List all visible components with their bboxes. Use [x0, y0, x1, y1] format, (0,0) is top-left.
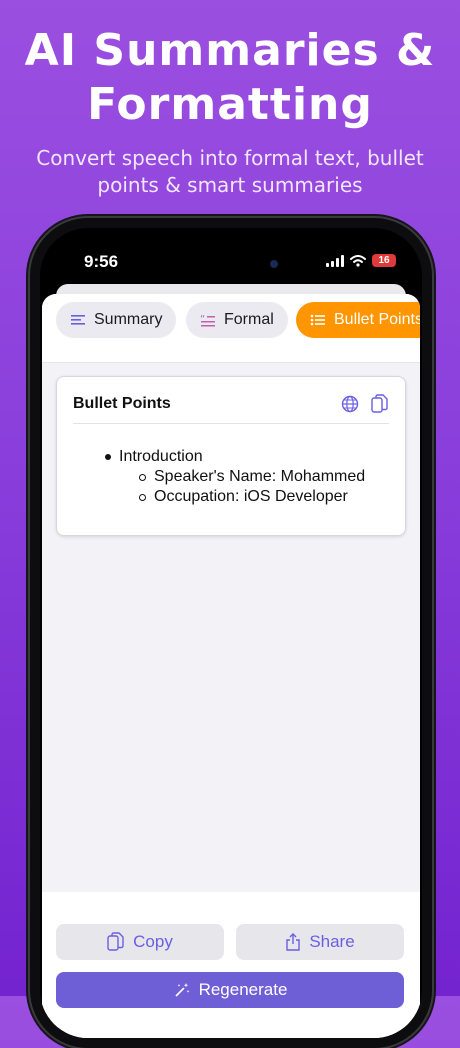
svg-text:“: “ [200, 314, 205, 325]
list-item: Introduction [105, 447, 365, 467]
magic-wand-icon [175, 983, 189, 997]
copy-icon [107, 932, 124, 951]
tab-bullet-points-label: Bullet Points [334, 311, 420, 328]
share-icon [286, 933, 301, 951]
status-time: 9:56 [84, 252, 119, 271]
regenerate-button[interactable]: Regenerate [56, 972, 404, 1008]
bullet-list: Introduction Speaker's Name: Mohammed Oc… [105, 447, 365, 507]
formatting-sheet: Summary “ Formal Bullet Points Bullet Po… [42, 294, 420, 1038]
globe-icon[interactable] [341, 395, 359, 413]
format-tabs: Summary “ Formal Bullet Points [42, 294, 420, 363]
dynamic-island [180, 245, 300, 277]
hero-subtitle-line-1: Convert speech into formal text, bullet [36, 146, 424, 170]
tab-summary[interactable]: Summary [56, 302, 177, 338]
list-bullet-icon [310, 314, 325, 326]
battery-indicator: 16 [372, 254, 396, 267]
quote-icon: “ [200, 314, 215, 327]
regenerate-button-label: Regenerate [198, 980, 288, 999]
card-title: Bullet Points [73, 395, 171, 412]
share-button-label: Share [309, 932, 355, 951]
tab-formal-label: Formal [224, 311, 274, 328]
bullet-points-card: Bullet Points Introduction Speaker's Nam… [56, 376, 406, 536]
phone-frame: 9:56 16 Summary “ Formal Bullet Points B… [30, 218, 432, 1048]
hero-title: AI Summaries & Formatting [0, 24, 460, 132]
tab-summary-label: Summary [94, 311, 163, 328]
action-bar: Copy Share Regenerate [42, 892, 420, 1038]
copy-document-icon[interactable] [371, 394, 389, 414]
list-item: Speaker's Name: Mohammed [105, 467, 365, 487]
hero-title-line-2: Formatting [87, 79, 373, 130]
tab-formal[interactable]: “ Formal [186, 302, 288, 338]
share-button[interactable]: Share [236, 924, 404, 960]
tab-bullet-points[interactable]: Bullet Points [296, 302, 420, 338]
camera-icon [270, 260, 278, 268]
bullet-text: Introduction [119, 448, 203, 465]
copy-button-label: Copy [133, 932, 173, 951]
sub-bullet-text: Speaker's Name: Mohammed [154, 468, 366, 485]
sub-bullet-text: Occupation: iOS Developer [154, 488, 348, 505]
cellular-signal-icon [326, 254, 344, 267]
status-indicators: 16 [326, 254, 396, 267]
copy-button[interactable]: Copy [56, 924, 224, 960]
hero-subtitle: Convert speech into formal text, bullet … [20, 145, 440, 199]
wifi-icon [350, 254, 366, 267]
hero-subtitle-line-2: points & smart summaries [97, 173, 363, 197]
card-header: Bullet Points [73, 385, 389, 424]
text-align-icon [71, 315, 85, 325]
list-item: Occupation: iOS Developer [105, 487, 365, 507]
phone-screen: 9:56 16 Summary “ Formal Bullet Points B… [40, 228, 422, 1038]
hero-title-line-1: AI Summaries & [24, 25, 436, 76]
